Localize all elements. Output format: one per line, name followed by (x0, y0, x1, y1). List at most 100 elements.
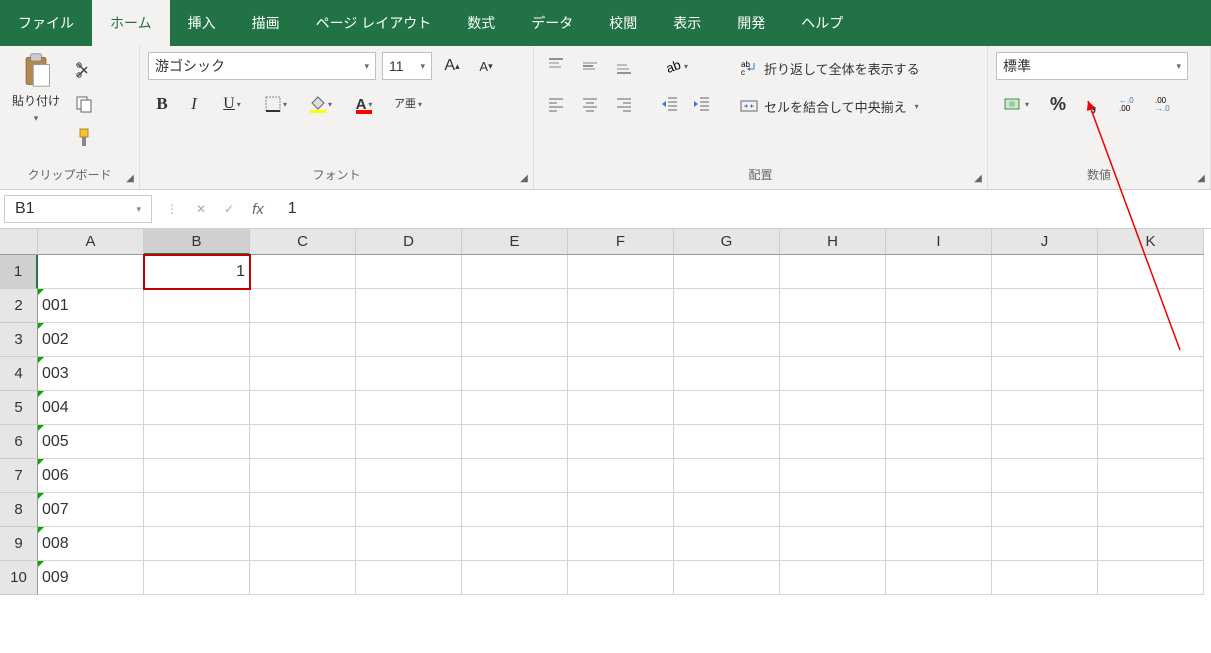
row-header-4[interactable]: 4 (0, 357, 38, 391)
cell-H7[interactable] (780, 459, 886, 493)
cell-E4[interactable] (462, 357, 568, 391)
row-header-6[interactable]: 6 (0, 425, 38, 459)
cell-E9[interactable] (462, 527, 568, 561)
cell-A7[interactable]: 006 (38, 459, 144, 493)
cell-G10[interactable] (674, 561, 780, 595)
cell-H1[interactable] (780, 255, 886, 289)
col-header-D[interactable]: D (356, 229, 462, 255)
row-header-9[interactable]: 9 (0, 527, 38, 561)
increase-font-button[interactable]: A▴ (438, 52, 466, 80)
cell-I2[interactable] (886, 289, 992, 323)
select-all-corner[interactable] (0, 229, 38, 255)
fx-icon[interactable]: fx (252, 201, 264, 218)
dialog-launcher-icon[interactable]: ◢ (517, 171, 531, 185)
row-header-8[interactable]: 8 (0, 493, 38, 527)
tab-開発[interactable]: 開発 (719, 0, 783, 46)
cell-B2[interactable] (144, 289, 250, 323)
tab-データ[interactable]: データ (513, 0, 591, 46)
cell-E1[interactable] (462, 255, 568, 289)
increase-indent-button[interactable] (688, 90, 716, 118)
cell-H4[interactable] (780, 357, 886, 391)
cell-J4[interactable] (992, 357, 1098, 391)
cell-H6[interactable] (780, 425, 886, 459)
tab-描画[interactable]: 描画 (234, 0, 298, 46)
cell-A3[interactable]: 002 (38, 323, 144, 357)
orientation-button[interactable]: ab▾ (656, 52, 696, 80)
comma-button[interactable]: , (1080, 90, 1108, 118)
cell-J5[interactable] (992, 391, 1098, 425)
cell-G1[interactable] (674, 255, 780, 289)
cell-A9[interactable]: 008 (38, 527, 144, 561)
cell-E2[interactable] (462, 289, 568, 323)
accounting-format-button[interactable]: ▾ (996, 90, 1036, 118)
decrease-indent-button[interactable] (656, 90, 684, 118)
increase-decimal-button[interactable]: ←.0.00 (1116, 90, 1144, 118)
cancel-icon[interactable]: ✕ (196, 202, 206, 216)
cell-J6[interactable] (992, 425, 1098, 459)
row-header-2[interactable]: 2 (0, 289, 38, 323)
cell-I9[interactable] (886, 527, 992, 561)
cell-C5[interactable] (250, 391, 356, 425)
cell-F6[interactable] (568, 425, 674, 459)
col-header-J[interactable]: J (992, 229, 1098, 255)
cell-G7[interactable] (674, 459, 780, 493)
wrap-text-button[interactable]: abc 折り返して全体を表示する (734, 54, 926, 82)
dialog-launcher-icon[interactable]: ◢ (123, 171, 137, 185)
tab-ファイル[interactable]: ファイル (0, 0, 92, 46)
cell-D4[interactable] (356, 357, 462, 391)
cell-K6[interactable] (1098, 425, 1204, 459)
cell-I6[interactable] (886, 425, 992, 459)
font-size-combo[interactable]: 11 ▾ (382, 52, 432, 80)
cell-A8[interactable]: 007 (38, 493, 144, 527)
format-painter-button[interactable] (70, 124, 98, 152)
underline-button[interactable]: U▾ (212, 90, 252, 118)
cell-J2[interactable] (992, 289, 1098, 323)
cell-C4[interactable] (250, 357, 356, 391)
tab-数式[interactable]: 数式 (449, 0, 513, 46)
cell-K1[interactable] (1098, 255, 1204, 289)
cell-C6[interactable] (250, 425, 356, 459)
tab-ホーム[interactable]: ホーム (92, 0, 170, 46)
cell-G5[interactable] (674, 391, 780, 425)
cell-F8[interactable] (568, 493, 674, 527)
cell-F5[interactable] (568, 391, 674, 425)
col-header-G[interactable]: G (674, 229, 780, 255)
cell-F1[interactable] (568, 255, 674, 289)
decrease-decimal-button[interactable]: .00→.0 (1152, 90, 1180, 118)
enter-icon[interactable]: ✓ (224, 202, 234, 216)
col-header-H[interactable]: H (780, 229, 886, 255)
name-box[interactable]: B1 ▾ (4, 195, 152, 223)
align-left-button[interactable] (542, 90, 570, 118)
cell-E7[interactable] (462, 459, 568, 493)
cell-B9[interactable] (144, 527, 250, 561)
cell-E10[interactable] (462, 561, 568, 595)
bold-button[interactable]: B (148, 90, 176, 118)
dialog-launcher-icon[interactable]: ◢ (971, 171, 985, 185)
cell-B7[interactable] (144, 459, 250, 493)
cell-H5[interactable] (780, 391, 886, 425)
row-header-1[interactable]: 1 (0, 255, 38, 289)
cell-H9[interactable] (780, 527, 886, 561)
cell-K10[interactable] (1098, 561, 1204, 595)
cell-B3[interactable] (144, 323, 250, 357)
cell-G9[interactable] (674, 527, 780, 561)
percent-button[interactable]: % (1044, 90, 1072, 118)
cell-A5[interactable]: 004 (38, 391, 144, 425)
fill-color-button[interactable]: ▾ (300, 90, 340, 118)
cell-I1[interactable] (886, 255, 992, 289)
cell-J1[interactable] (992, 255, 1098, 289)
phonetic-button[interactable]: ア亜▾ (388, 90, 428, 118)
tab-表示[interactable]: 表示 (655, 0, 719, 46)
row-header-10[interactable]: 10 (0, 561, 38, 595)
col-header-K[interactable]: K (1098, 229, 1204, 255)
cell-K3[interactable] (1098, 323, 1204, 357)
cell-A6[interactable]: 005 (38, 425, 144, 459)
dialog-launcher-icon[interactable]: ◢ (1194, 171, 1208, 185)
italic-button[interactable]: I (180, 90, 208, 118)
cell-C8[interactable] (250, 493, 356, 527)
align-middle-button[interactable] (576, 52, 604, 80)
tab-ページ レイアウト[interactable]: ページ レイアウト (298, 0, 450, 46)
cell-G4[interactable] (674, 357, 780, 391)
cell-G2[interactable] (674, 289, 780, 323)
cell-K7[interactable] (1098, 459, 1204, 493)
